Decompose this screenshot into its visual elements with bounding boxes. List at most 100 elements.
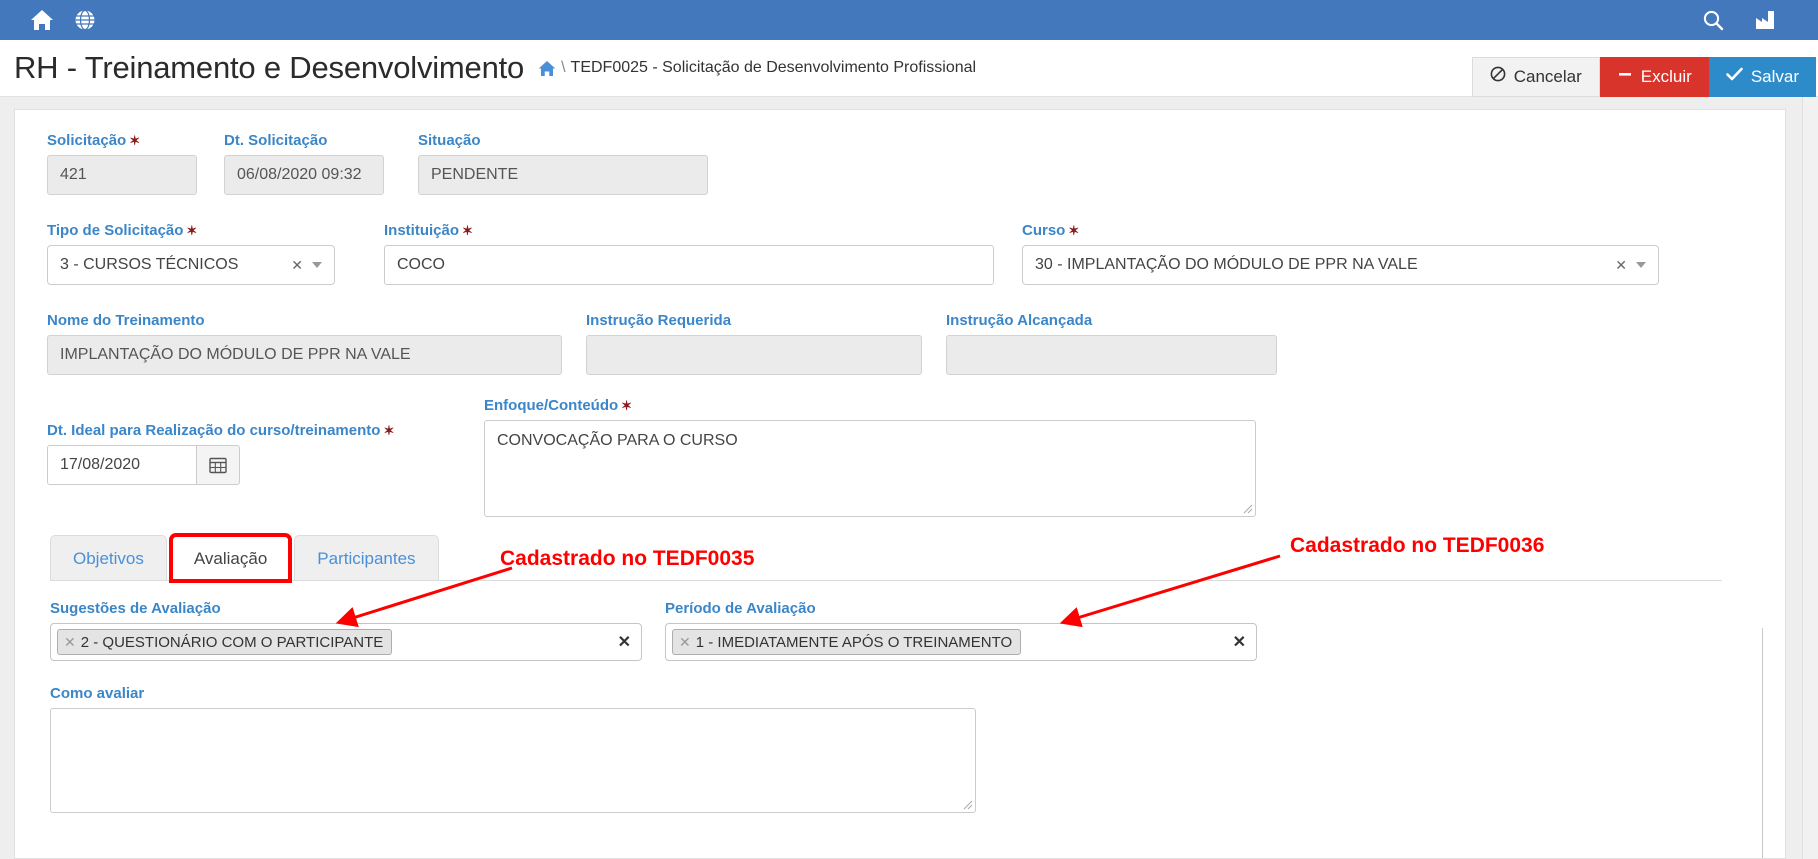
page-header: RH - Treinamento e Desenvolvimento \ TED… (0, 40, 1818, 97)
field-group-situacao: Situação PENDENTE (418, 132, 708, 195)
home-icon[interactable] (30, 9, 54, 31)
breadcrumb-text: TEDF0025 - Solicitação de Desenvolviment… (570, 59, 977, 76)
header-action-buttons: Cancelar Excluir Salvar (1471, 40, 1818, 97)
label-solicitacao: Solicitação ✶ (47, 132, 141, 149)
check-icon (1726, 66, 1743, 87)
label-sugestoes-avaliacao: Sugestões de Avaliação (50, 600, 221, 617)
enfoque-textarea[interactable]: CONVOCAÇÃO PARA O CURSO (484, 420, 1256, 517)
save-button-label: Salvar (1750, 66, 1799, 86)
required-asterisk: ✶ (129, 133, 141, 148)
cancel-button-label: Cancelar (1513, 66, 1582, 86)
inner-scroll-divider (1762, 628, 1763, 858)
como-avaliar-textarea[interactable] (50, 708, 976, 813)
form-row-4: Dt. Ideal para Realização do curso/trein… (47, 397, 1747, 517)
resize-grip-icon (1243, 504, 1253, 514)
delete-button[interactable]: Excluir (1599, 56, 1709, 97)
topbar-left-icons (0, 9, 96, 31)
search-icon[interactable] (1702, 9, 1724, 31)
label-situacao: Situação (418, 132, 481, 149)
field-group-dt-ideal: Dt. Ideal para Realização do curso/trein… (47, 397, 484, 517)
minus-icon (1617, 66, 1633, 87)
token-x-icon[interactable]: ✕ (679, 634, 691, 651)
situacao-input[interactable]: PENDENTE (418, 155, 708, 195)
dt-ideal-input[interactable]: 17/08/2020 (47, 445, 197, 485)
application-window: RH - Treinamento e Desenvolvimento \ TED… (0, 0, 1818, 859)
page-scrollbar[interactable] (1802, 97, 1818, 859)
tab-objetivos[interactable]: Objetivos (50, 535, 167, 581)
breadcrumb-home-icon[interactable] (538, 60, 556, 77)
form-card: Solicitação ✶ 421 Dt. Solicitação 06/08/2… (14, 109, 1786, 859)
clear-x-icon[interactable]: ✕ (1615, 257, 1627, 274)
tab-bar: Objetivos Avaliação Participantes (50, 533, 443, 583)
save-button[interactable]: Salvar (1708, 56, 1816, 97)
sugestoes-multiselect[interactable]: ✕ 2 - QUESTIONÁRIO COM O PARTICIPANTE ✕ (50, 623, 642, 661)
clear-x-icon[interactable]: ✕ (1225, 632, 1246, 652)
label-enfoque: Enfoque/Conteúdo ✶ (484, 397, 633, 414)
tipo-solicitacao-value: 3 - CURSOS TÉCNICOS (60, 256, 239, 273)
tab-participantes[interactable]: Participantes (294, 535, 439, 581)
tab-avaliacao[interactable]: Avaliação (168, 533, 293, 583)
breadcrumb: \ TEDF0025 - Solicitação de Desenvolvime… (538, 59, 976, 77)
breadcrumb-separator: \ (561, 59, 566, 76)
tipo-solicitacao-select[interactable]: 3 - CURSOS TÉCNICOS ✕ (47, 245, 335, 285)
periodo-multiselect[interactable]: ✕ 1 - IMEDIATAMENTE APÓS O TREINAMENTO ✕ (665, 623, 1257, 661)
form-row-1: Solicitação ✶ 421 Dt. Solicitação 06/08/2… (47, 132, 708, 195)
curso-value: 30 - IMPLANTAÇÃO DO MÓDULO DE PPR NA VAL… (1035, 256, 1418, 273)
label-instrucao-alcancada: Instrução Alcançada (946, 312, 1093, 329)
nome-treinamento-input[interactable]: IMPLANTAÇÃO DO MÓDULO DE PPR NA VALE (47, 335, 562, 375)
field-group-instrucao-alcancada: Instrução Alcançada (946, 312, 1277, 375)
chevron-down-icon[interactable] (1636, 262, 1646, 268)
token-x-icon[interactable]: ✕ (64, 634, 76, 651)
label-instituicao: Instituição ✶ (384, 222, 473, 239)
label-tipo-solicitacao: Tipo de Solicitação ✶ (47, 222, 198, 239)
field-group-solicitacao: Solicitação ✶ 421 (47, 132, 197, 195)
dt-solicitacao-input[interactable]: 06/08/2020 09:32 (224, 155, 384, 195)
calendar-icon[interactable] (197, 445, 240, 485)
required-asterisk: ✶ (621, 398, 633, 413)
tab-underline (50, 580, 1722, 581)
clear-x-icon[interactable]: ✕ (610, 632, 631, 652)
date-picker-group: 17/08/2020 (47, 445, 484, 485)
periodo-token-label: 1 - IMEDIATAMENTE APÓS O TREINAMENTO (695, 633, 1013, 651)
instituicao-input[interactable]: COCO (384, 245, 994, 285)
field-group-como-avaliar: Como avaliar (50, 685, 1750, 813)
content-area: Solicitação ✶ 421 Dt. Solicitação 06/08/2… (0, 97, 1818, 859)
annotation-tedf0036: Cadastrado no TEDF0036 (1290, 534, 1545, 557)
field-group-nome-treinamento: Nome do Treinamento IMPLANTAÇÃO DO MÓDUL… (47, 312, 562, 375)
annotation-tedf0035: Cadastrado no TEDF0035 (500, 547, 755, 570)
factory-icon[interactable] (1754, 9, 1778, 31)
clear-x-icon[interactable]: ✕ (291, 257, 303, 274)
field-group-dt-solicitacao: Dt. Solicitação 06/08/2020 09:32 (224, 132, 384, 195)
select-controls: ✕ (1615, 257, 1646, 274)
field-group-periodo: Período de Avaliação ✕ 1 - IMEDIATAMENTE… (665, 600, 1257, 661)
cancel-button[interactable]: Cancelar (1471, 56, 1600, 97)
field-group-enfoque: Enfoque/Conteúdo ✶ CONVOCAÇÃO PARA O CURS… (484, 397, 1256, 517)
required-asterisk: ✶ (1068, 223, 1080, 238)
label-periodo-avaliacao: Período de Avaliação (665, 600, 816, 617)
ban-icon (1490, 66, 1506, 87)
field-group-sugestoes: Sugestões de Avaliação ✕ 2 - QUESTIONÁRI… (50, 600, 642, 661)
instrucao-alcancada-input[interactable] (946, 335, 1277, 375)
avaliacao-tab-panel: Sugestões de Avaliação ✕ 2 - QUESTIONÁRI… (50, 600, 1750, 813)
curso-select[interactable]: 30 - IMPLANTAÇÃO DO MÓDULO DE PPR NA VAL… (1022, 245, 1659, 285)
globe-icon[interactable] (74, 9, 96, 31)
select-controls: ✕ (291, 257, 322, 274)
periodo-token[interactable]: ✕ 1 - IMEDIATAMENTE APÓS O TREINAMENTO (672, 629, 1022, 655)
field-group-tipo-solicitacao: Tipo de Solicitação ✶ 3 - CURSOS TÉCNICOS… (47, 222, 335, 285)
solicitacao-input[interactable]: 421 (47, 155, 197, 195)
top-navigation-bar (0, 0, 1818, 40)
sugestoes-token[interactable]: ✕ 2 - QUESTIONÁRIO COM O PARTICIPANTE (57, 629, 393, 655)
chevron-down-icon[interactable] (312, 262, 322, 268)
sugestoes-token-label: 2 - QUESTIONÁRIO COM O PARTICIPANTE (80, 633, 384, 651)
required-asterisk: ✶ (186, 223, 198, 238)
label-dt-ideal: Dt. Ideal para Realização do curso/trein… (47, 422, 395, 439)
required-asterisk: ✶ (383, 423, 395, 438)
instrucao-requerida-input[interactable] (586, 335, 922, 375)
resize-grip-icon (963, 800, 973, 810)
delete-button-label: Excluir (1640, 66, 1692, 86)
form-row-2: Tipo de Solicitação ✶ 3 - CURSOS TÉCNICOS… (47, 222, 1747, 285)
enfoque-textarea-value: CONVOCAÇÃO PARA O CURSO (497, 432, 738, 449)
required-asterisk: ✶ (462, 223, 473, 238)
label-como-avaliar: Como avaliar (50, 685, 145, 702)
label-dt-solicitacao: Dt. Solicitação (224, 132, 328, 149)
